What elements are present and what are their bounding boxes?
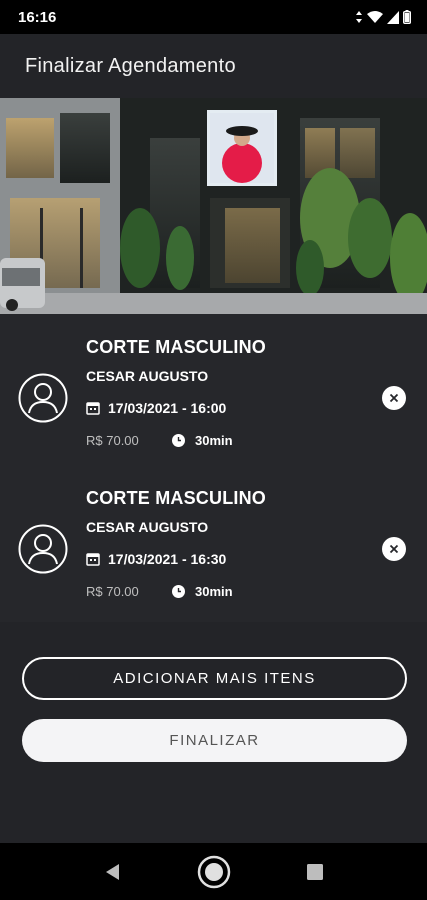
appointment-datetime: 17/03/2021 - 16:00 bbox=[108, 400, 227, 416]
user-avatar-icon bbox=[18, 373, 68, 423]
battery-icon bbox=[403, 10, 411, 24]
nav-recents-button[interactable] bbox=[285, 843, 345, 900]
wifi-icon bbox=[367, 10, 383, 23]
status-time: 16:16 bbox=[18, 8, 57, 26]
remove-item-button[interactable] bbox=[382, 386, 406, 410]
data-saver-icon bbox=[356, 11, 362, 23]
duration-text: 30min bbox=[195, 433, 233, 448]
item-price: R$ 70.00 bbox=[86, 584, 139, 599]
page-title: Finalizar Agendamento bbox=[25, 54, 236, 77]
appointment-datetime: 17/03/2021 - 16:30 bbox=[108, 551, 227, 567]
clock-icon bbox=[172, 434, 185, 447]
price-duration-row: R$ 70.00 30min bbox=[86, 433, 233, 448]
professional-name: CESAR AUGUSTO bbox=[86, 519, 209, 535]
system-nav-bar bbox=[0, 843, 427, 900]
calendar-icon bbox=[86, 402, 100, 415]
nav-back-button[interactable] bbox=[82, 843, 142, 900]
store-front-image bbox=[0, 98, 427, 314]
calendar-icon bbox=[86, 553, 100, 566]
professional-name: CESAR AUGUSTO bbox=[86, 368, 209, 384]
nav-home-button[interactable] bbox=[184, 843, 244, 900]
cart-item: CORTE MASCULINO CESAR AUGUSTO 17/03/2021… bbox=[0, 314, 427, 464]
status-bar: 16:16 bbox=[0, 0, 427, 34]
status-icons bbox=[355, 10, 411, 24]
cart-item: CORTE MASCULINO CESAR AUGUSTO 17/03/2021… bbox=[0, 464, 427, 614]
finish-button[interactable]: FINALIZAR bbox=[22, 719, 407, 762]
remove-icon bbox=[389, 393, 399, 403]
remove-item-button[interactable] bbox=[382, 537, 406, 561]
service-name: CORTE MASCULINO bbox=[86, 337, 266, 357]
duration-text: 30min bbox=[195, 584, 233, 599]
signal-icon bbox=[387, 10, 399, 24]
home-icon bbox=[197, 855, 231, 888]
remove-icon bbox=[389, 544, 399, 554]
appointment-date-row: 17/03/2021 - 16:30 bbox=[86, 551, 226, 567]
appointment-date-row: 17/03/2021 - 16:00 bbox=[86, 400, 226, 416]
recents-icon bbox=[307, 863, 323, 880]
add-more-items-button[interactable]: ADICIONAR MAIS ITENS bbox=[22, 657, 407, 700]
app-bar: Finalizar Agendamento bbox=[0, 34, 427, 98]
duration: 30min bbox=[172, 433, 233, 448]
cart-list: CORTE MASCULINO CESAR AUGUSTO 17/03/2021… bbox=[0, 314, 427, 622]
price-duration-row: R$ 70.00 30min bbox=[86, 584, 233, 599]
item-price: R$ 70.00 bbox=[86, 433, 139, 448]
clock-icon bbox=[172, 585, 185, 598]
duration: 30min bbox=[172, 584, 233, 599]
user-avatar-icon bbox=[18, 524, 68, 574]
back-icon bbox=[106, 863, 119, 880]
service-name: CORTE MASCULINO bbox=[86, 488, 266, 508]
